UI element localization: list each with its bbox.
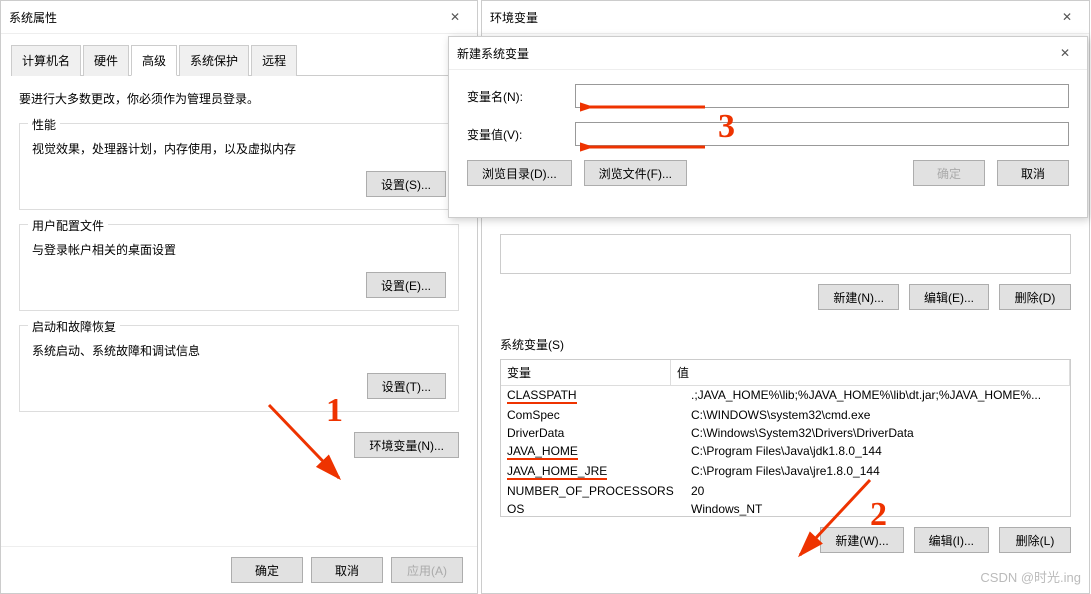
ok-button[interactable]: 确定 xyxy=(231,557,303,583)
var-name-input[interactable] xyxy=(575,84,1069,108)
var-value-row: 变量值(V): xyxy=(467,122,1069,146)
close-icon[interactable]: ✕ xyxy=(1051,43,1079,63)
table-row[interactable]: CLASSPATH.;JAVA_HOME%\lib;%JAVA_HOME%\li… xyxy=(501,386,1070,406)
cancel-button[interactable]: 取消 xyxy=(311,557,383,583)
dialog-body: 变量名(N): 变量值(V): 浏览目录(D)... 浏览文件(F)... 确定… xyxy=(449,70,1087,200)
new-button[interactable]: 新建(W)... xyxy=(820,527,903,553)
browse-file-button[interactable]: 浏览文件(F)... xyxy=(584,160,687,186)
var-value-input[interactable] xyxy=(575,122,1069,146)
admin-note: 要进行大多数更改，你必须作为管理员登录。 xyxy=(19,90,459,107)
new-button[interactable]: 新建(N)... xyxy=(818,284,899,310)
dialog-body: 要进行大多数更改，你必须作为管理员登录。 性能 视觉效果，处理器计划，内存使用，… xyxy=(1,76,477,472)
watermark: CSDN @时光.ing xyxy=(980,567,1081,586)
tab-advanced[interactable]: 高级 xyxy=(131,45,177,76)
tabs: 计算机名 硬件 高级 系统保护 远程 xyxy=(11,44,467,76)
tab-computername[interactable]: 计算机名 xyxy=(11,45,81,76)
titlebar: 系统属性 ✕ xyxy=(1,1,477,34)
settings-button[interactable]: 设置(E)... xyxy=(366,272,446,298)
dialog-buttons: 确定 取消 应用(A) xyxy=(1,546,477,593)
sys-vars-table[interactable]: 变量 值 CLASSPATH.;JAVA_HOME%\lib;%JAVA_HOM… xyxy=(500,359,1071,517)
tab-remote[interactable]: 远程 xyxy=(251,45,297,76)
titlebar: 环境变量 ✕ xyxy=(482,1,1089,34)
group-desc: 视觉效果，处理器计划，内存使用，以及虚拟内存 xyxy=(32,140,446,157)
window-title: 环境变量 xyxy=(490,9,1053,26)
col-value[interactable]: 值 xyxy=(671,360,1070,385)
edit-button[interactable]: 编辑(E)... xyxy=(909,284,989,310)
edit-button[interactable]: 编辑(I)... xyxy=(914,527,989,553)
new-sysvar-dialog: 新建系统变量 ✕ 变量名(N): 变量值(V): 浏览目录(D)... 浏览文件… xyxy=(448,36,1088,218)
titlebar: 新建系统变量 ✕ xyxy=(449,37,1087,70)
system-properties-window: 系统属性 ✕ 计算机名 硬件 高级 系统保护 远程 要进行大多数更改，你必须作为… xyxy=(0,0,478,594)
window-title: 系统属性 xyxy=(9,9,441,26)
table-row[interactable]: DriverDataC:\Windows\System32\Drivers\Dr… xyxy=(501,424,1070,442)
var-name-row: 变量名(N): xyxy=(467,84,1069,108)
performance-group: 性能 视觉效果，处理器计划，内存使用，以及虚拟内存 设置(S)... xyxy=(19,123,459,210)
group-desc: 与登录帐户相关的桌面设置 xyxy=(32,241,446,258)
settings-button[interactable]: 设置(T)... xyxy=(367,373,446,399)
apply-button[interactable]: 应用(A) xyxy=(391,557,463,583)
settings-button[interactable]: 设置(S)... xyxy=(366,171,446,197)
delete-button[interactable]: 删除(L) xyxy=(999,527,1071,553)
table-header: 变量 值 xyxy=(501,360,1070,386)
close-icon[interactable]: ✕ xyxy=(1053,7,1081,27)
startup-group: 启动和故障恢复 系统启动、系统故障和调试信息 设置(T)... xyxy=(19,325,459,412)
table-row[interactable]: JAVA_HOMEC:\Program Files\Java\jdk1.8.0_… xyxy=(501,442,1070,462)
cancel-button[interactable]: 取消 xyxy=(997,160,1069,186)
sys-vars-label: 系统变量(S) xyxy=(500,336,1071,353)
userprofile-group: 用户配置文件 与登录帐户相关的桌面设置 设置(E)... xyxy=(19,224,459,311)
browse-dir-button[interactable]: 浏览目录(D)... xyxy=(467,160,572,186)
table-row[interactable]: ComSpecC:\WINDOWS\system32\cmd.exe xyxy=(501,406,1070,424)
table-row[interactable]: JAVA_HOME_JREC:\Program Files\Java\jre1.… xyxy=(501,462,1070,482)
sys-var-buttons: 新建(W)... 编辑(I)... 删除(L) xyxy=(500,527,1071,553)
tab-hardware[interactable]: 硬件 xyxy=(83,45,129,76)
user-var-buttons: 新建(N)... 编辑(E)... 删除(D) xyxy=(500,284,1071,310)
group-legend: 性能 xyxy=(28,116,60,133)
delete-button[interactable]: 删除(D) xyxy=(999,284,1071,310)
ok-button[interactable]: 确定 xyxy=(913,160,985,186)
group-desc: 系统启动、系统故障和调试信息 xyxy=(32,342,446,359)
user-vars-table[interactable] xyxy=(500,234,1071,274)
env-vars-button[interactable]: 环境变量(N)... xyxy=(354,432,459,458)
group-legend: 用户配置文件 xyxy=(28,217,108,234)
table-row[interactable]: NUMBER_OF_PROCESSORS20 xyxy=(501,482,1070,500)
window-title: 新建系统变量 xyxy=(457,45,1051,62)
table-row[interactable]: OSWindows_NT xyxy=(501,500,1070,517)
var-value-label: 变量值(V): xyxy=(467,126,557,143)
group-legend: 启动和故障恢复 xyxy=(28,318,120,335)
col-name[interactable]: 变量 xyxy=(501,360,671,385)
close-icon[interactable]: ✕ xyxy=(441,7,469,27)
var-name-label: 变量名(N): xyxy=(467,88,557,105)
tab-protection[interactable]: 系统保护 xyxy=(179,45,249,76)
